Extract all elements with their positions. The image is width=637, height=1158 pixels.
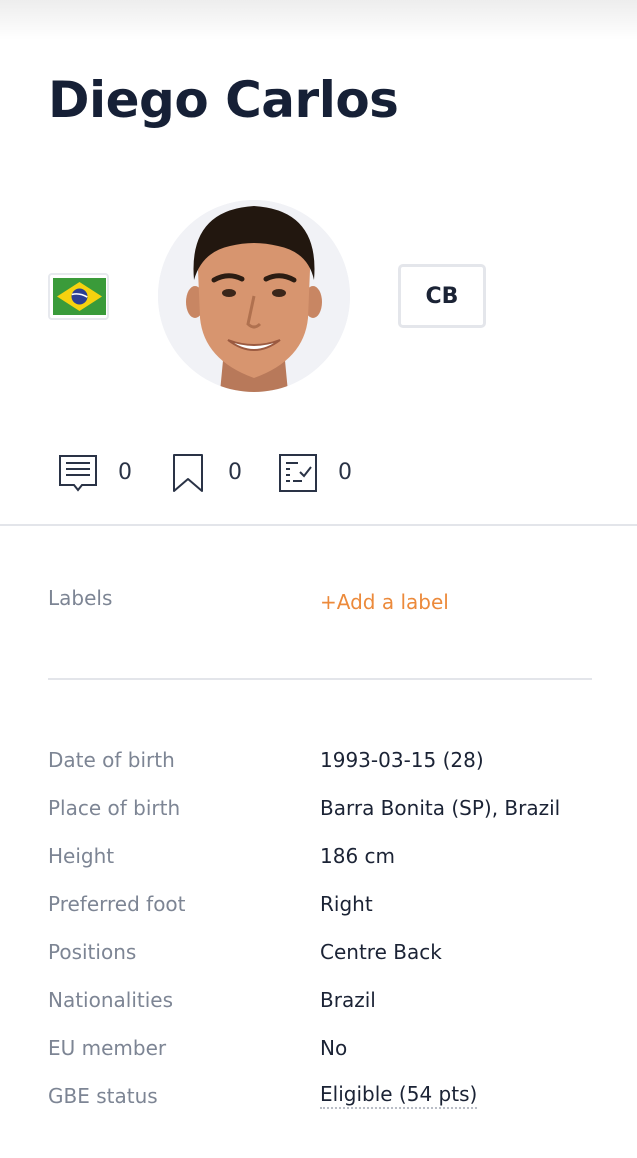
info-key: Date of birth — [48, 748, 175, 772]
gbe-status-value[interactable]: Eligible (54 pts) — [320, 1081, 478, 1109]
info-value: 186 cm — [320, 844, 396, 868]
info-value: No — [320, 1036, 348, 1060]
info-value: 1993-03-15 (28) — [320, 748, 484, 772]
info-value: Brazil — [320, 988, 376, 1012]
bookmark-icon[interactable] — [168, 453, 208, 493]
info-row-positions: Positions Centre Back — [48, 937, 608, 967]
info-row-nationalities: Nationalities Brazil — [48, 985, 608, 1015]
info-row-gbe-status: GBE status Eligible (54 pts) — [48, 1081, 608, 1111]
player-photo — [158, 200, 350, 392]
info-row-date-of-birth: Date of birth 1993-03-15 (28) — [48, 745, 608, 775]
add-label-link[interactable]: +Add a label — [320, 590, 449, 614]
info-row-preferred-foot: Preferred foot Right — [48, 889, 608, 919]
comments-icon[interactable] — [58, 453, 98, 493]
info-key: Height — [48, 844, 115, 868]
info-key: Place of birth — [48, 796, 181, 820]
info-row-height: Height 186 cm — [48, 841, 608, 871]
bookmarks-stat[interactable]: 0 — [168, 452, 242, 494]
checklist-stat[interactable]: 0 — [278, 452, 352, 494]
info-key: Nationalities — [48, 988, 174, 1012]
header-shadow — [0, 0, 637, 40]
info-value: Centre Back — [320, 940, 442, 964]
info-key: GBE status — [48, 1084, 158, 1108]
info-row-eu-member: EU member No — [48, 1033, 608, 1063]
info-value: Right — [320, 892, 373, 916]
info-value: Barra Bonita (SP), Brazil — [320, 796, 561, 820]
info-key: EU member — [48, 1036, 167, 1060]
bookmarks-count: 0 — [228, 460, 242, 485]
labels-divider — [48, 678, 592, 680]
comments-stat[interactable]: 0 — [58, 452, 132, 494]
checklist-icon[interactable] — [278, 453, 318, 493]
checklist-count: 0 — [338, 460, 352, 485]
brazil-flag-icon — [53, 278, 106, 315]
labels-title: Labels — [48, 586, 113, 610]
comments-count: 0 — [118, 460, 132, 485]
section-divider — [0, 524, 637, 526]
player-name: Diego Carlos — [48, 71, 399, 129]
player-avatar — [158, 200, 350, 392]
nationality-flag — [48, 273, 109, 320]
info-key: Preferred foot — [48, 892, 186, 916]
info-key: Positions — [48, 940, 137, 964]
position-badge: CB — [398, 264, 486, 328]
info-row-place-of-birth: Place of birth Barra Bonita (SP), Brazil — [48, 793, 608, 823]
